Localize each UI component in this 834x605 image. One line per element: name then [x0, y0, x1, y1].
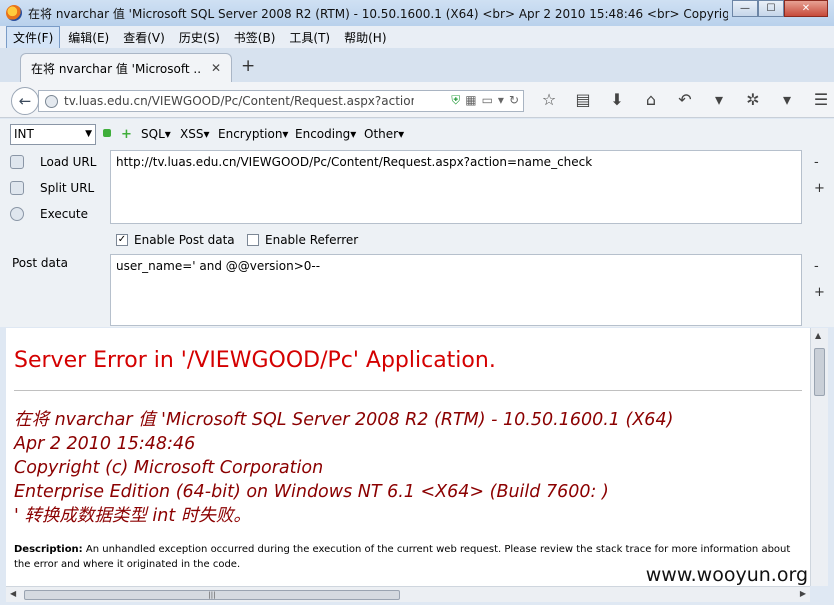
post-data-label: Post data	[12, 256, 68, 270]
post-data-textarea[interactable]: user_name=' and @@version>0--	[110, 254, 802, 326]
home-icon[interactable]: ⌂	[634, 90, 668, 109]
bookmarks-list-icon[interactable]: ▤	[566, 90, 600, 109]
horizontal-scroll-thumb[interactable]: |||	[24, 590, 400, 600]
globe-icon	[45, 94, 58, 108]
title-bar: 在将 nvarchar 值 'Microsoft SQL Server 2008…	[0, 0, 834, 26]
reader-view-icon[interactable]: ▭	[482, 93, 493, 108]
load-url-button[interactable]: Load URL	[10, 155, 96, 169]
enable-post-label: Enable Post data	[134, 233, 235, 247]
vertical-scrollbar[interactable]: ▲	[810, 328, 828, 586]
empty-checkbox-icon	[247, 234, 259, 246]
url-input[interactable]	[64, 94, 414, 108]
reload-icon[interactable]: ↻	[509, 93, 519, 108]
toolbar-icons: ☆ ▤ ⬇ ⌂ ↶ ▾ ✲ ▾ ☰	[532, 90, 834, 109]
checkmark-icon: ✓	[116, 234, 128, 246]
execute-button[interactable]: Execute	[10, 207, 88, 221]
type-select-value: INT	[14, 127, 34, 141]
shield-check-icon[interactable]: ⛨	[451, 93, 460, 108]
qr-code-icon[interactable]: ▦	[465, 93, 476, 108]
error-message: 在将 nvarchar 值 'Microsoft SQL Server 2008…	[14, 408, 673, 528]
hackbar-panel: INT ▼ + SQL▾ XSS▾ Encryption▾ Encoding▾ …	[0, 119, 834, 327]
menu-bar: 文件(F) 编辑(E) 查看(V) 历史(S) 书签(B) 工具(T) 帮助(H…	[0, 25, 834, 49]
chevron-down-icon[interactable]: ▾	[702, 90, 736, 109]
tab-label: 在将 nvarchar 值 'Microsoft ...	[31, 61, 201, 76]
error-line: ' 转换成数据类型 int 时失败。	[14, 506, 251, 526]
chevron-down-icon-2[interactable]: ▾	[770, 90, 804, 109]
encoding-menu[interactable]: Encoding▾	[295, 127, 356, 141]
divider	[14, 390, 802, 391]
dropdown-arrow-icon[interactable]: ▾	[498, 93, 504, 108]
load-url-icon	[10, 155, 24, 169]
enable-referrer-label: Enable Referrer	[265, 233, 359, 247]
error-title: Server Error in '/VIEWGOOD/Pc' Applicati…	[14, 348, 496, 373]
maximize-button[interactable]: ☐	[758, 0, 784, 17]
scroll-left-icon[interactable]: ◀	[10, 589, 16, 598]
error-line: Copyright (c) Microsoft Corporation	[14, 458, 324, 478]
url-bar-icons: ⛨ ▦ ▭ ▾ ↻	[451, 93, 519, 108]
sql-menu[interactable]: SQL▾	[141, 127, 171, 141]
close-window-button[interactable]: ✕	[784, 0, 828, 17]
execute-label: Execute	[40, 207, 88, 221]
decrease-icon[interactable]	[103, 129, 111, 137]
url-shrink-button[interactable]: -	[814, 155, 819, 170]
back-arrow-icon: ←	[18, 92, 32, 110]
scroll-up-icon[interactable]: ▲	[815, 331, 821, 340]
post-shrink-button[interactable]: -	[814, 259, 819, 274]
type-select[interactable]: INT ▼	[10, 124, 96, 145]
tab-close-icon[interactable]: ✕	[211, 61, 221, 75]
enable-post-checkbox[interactable]: ✓ Enable Post data	[116, 233, 235, 247]
error-line: Apr 2 2010 15:48:46	[14, 434, 196, 454]
horizontal-scrollbar[interactable]: ◀ ||| ▶	[6, 586, 810, 602]
error-line: 在将 nvarchar 值 'Microsoft SQL Server 2008…	[14, 410, 674, 430]
menu-view[interactable]: 查看(V)	[117, 27, 171, 48]
page-content: Server Error in '/VIEWGOOD/Pc' Applicati…	[6, 328, 810, 586]
description-label: Description:	[14, 544, 83, 555]
window-title: 在将 nvarchar 值 'Microsoft SQL Server 2008…	[28, 6, 728, 21]
xss-menu[interactable]: XSS▾	[180, 127, 209, 141]
extension-icon[interactable]: ✲	[736, 90, 770, 109]
encryption-menu[interactable]: Encryption▾	[218, 127, 288, 141]
other-menu[interactable]: Other▾	[364, 127, 404, 141]
menu-help[interactable]: 帮助(H)	[338, 27, 392, 48]
load-url-label: Load URL	[40, 155, 97, 169]
watermark: www.wooyun.org	[645, 564, 808, 586]
navigation-bar: ⛨ ▦ ▭ ▾ ↻ ← ☆ ▤ ⬇ ⌂ ↶ ▾ ✲ ▾ ☰	[0, 82, 834, 118]
tab-strip: 在将 nvarchar 值 'Microsoft ... ✕ +	[0, 48, 834, 82]
vertical-scroll-thumb[interactable]	[814, 348, 825, 396]
split-url-icon	[10, 181, 24, 195]
error-line: Enterprise Edition (64-bit) on Windows N…	[14, 482, 609, 502]
window-controls: — ☐ ✕	[732, 0, 828, 17]
minimize-button[interactable]: —	[732, 0, 758, 17]
hamburger-menu-icon[interactable]: ☰	[804, 90, 834, 109]
post-expand-button[interactable]: +	[814, 285, 825, 300]
menu-bookmarks[interactable]: 书签(B)	[228, 27, 282, 48]
back-button[interactable]: ←	[11, 87, 39, 115]
bookmark-star-icon[interactable]: ☆	[532, 90, 566, 109]
downloads-icon[interactable]: ⬇	[600, 90, 634, 109]
execute-icon	[10, 207, 24, 221]
url-textarea[interactable]: http://tv.luas.edu.cn/VIEWGOOD/Pc/Conten…	[110, 150, 802, 224]
url-expand-button[interactable]: +	[814, 181, 825, 196]
undo-icon[interactable]: ↶	[668, 90, 702, 109]
select-arrow-icon: ▼	[85, 129, 92, 139]
enable-referrer-checkbox[interactable]: Enable Referrer	[247, 233, 358, 247]
menu-history[interactable]: 历史(S)	[173, 27, 226, 48]
split-url-label: Split URL	[40, 181, 95, 195]
menu-tools[interactable]: 工具(T)	[283, 27, 336, 48]
new-tab-button[interactable]: +	[241, 56, 255, 76]
split-url-button[interactable]: Split URL	[10, 181, 94, 195]
firefox-icon	[6, 5, 22, 21]
scroll-right-icon[interactable]: ▶	[800, 589, 806, 598]
url-bar[interactable]: ⛨ ▦ ▭ ▾ ↻	[38, 90, 524, 112]
browser-tab[interactable]: 在将 nvarchar 值 'Microsoft ... ✕	[20, 53, 232, 82]
menu-edit[interactable]: 编辑(E)	[62, 27, 115, 48]
menu-file[interactable]: 文件(F)	[6, 25, 61, 49]
increase-icon[interactable]: +	[121, 127, 132, 142]
